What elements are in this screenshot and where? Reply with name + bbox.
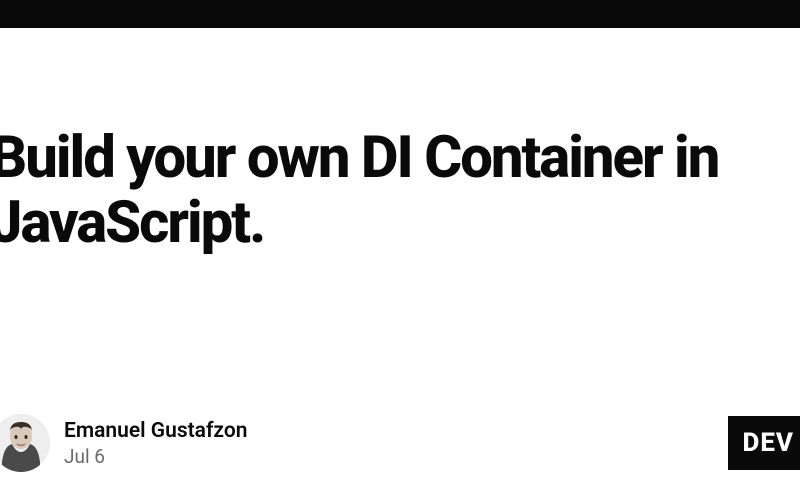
author-info: Emanuel Gustafzon Jul 6 (0, 414, 248, 472)
author-text: Emanuel Gustafzon Jul 6 (64, 419, 248, 468)
header-bar (0, 0, 800, 28)
avatar-icon (0, 414, 50, 472)
article-title: Build your own DI Container in JavaScrip… (0, 126, 800, 256)
author-name: Emanuel Gustafzon (64, 419, 248, 443)
author-avatar (0, 414, 50, 472)
article-content: Build your own DI Container in JavaScrip… (0, 126, 800, 256)
dev-logo-badge: DEV (728, 416, 800, 470)
publish-date: Jul 6 (64, 445, 248, 468)
author-row: Emanuel Gustafzon Jul 6 DEV (0, 414, 800, 472)
